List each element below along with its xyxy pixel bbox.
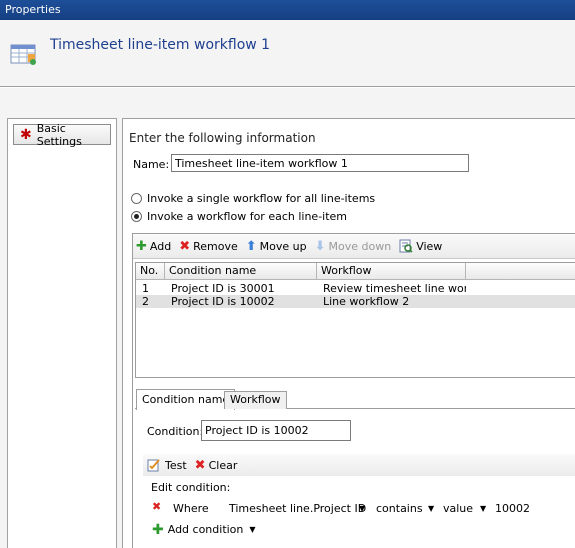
- move-up-button[interactable]: ⬆ Move up: [246, 240, 307, 253]
- page-title: Timesheet line-item workflow 1: [50, 37, 271, 53]
- clear-label: Clear: [208, 458, 238, 472]
- remove-button[interactable]: ✖ Remove: [179, 240, 238, 253]
- move-up-label: Move up: [259, 239, 307, 253]
- window-title-bar: Properties: [0, 0, 575, 20]
- add-condition-icon: ✚: [152, 521, 164, 538]
- radio-single-label: Invoke a single workflow for all line-it…: [147, 192, 376, 205]
- condition-input[interactable]: [201, 420, 351, 441]
- field-dropdown-icon[interactable]: ▼: [359, 501, 365, 517]
- header-divider-highlight: [0, 87, 575, 88]
- add-button[interactable]: ✚ Add: [136, 240, 171, 253]
- nav-item-basic-settings[interactable]: ✱ Basic Settings: [13, 121, 111, 148]
- required-star-icon: ✱: [20, 126, 32, 143]
- add-condition-dropdown-icon[interactable]: ▼: [249, 525, 255, 534]
- table-row[interactable]: 1 Project ID is 30001 Review timesheet l…: [136, 282, 575, 295]
- tab-condition-name[interactable]: Condition name: [136, 389, 236, 410]
- row-condition: Project ID is 10002: [171, 295, 275, 308]
- condition-workflow-table: No. Condition name Workflow 1 Project ID…: [135, 262, 575, 378]
- delete-clause-icon[interactable]: ✖: [152, 501, 161, 513]
- add-condition-label: Add condition: [167, 523, 244, 536]
- operand-value[interactable]: 10002: [495, 501, 530, 517]
- radio-each-workflow[interactable]: Invoke a workflow for each line-item: [131, 210, 347, 223]
- table-row[interactable]: 2 Project ID is 10002 Line workflow 2: [136, 295, 575, 308]
- view-button[interactable]: View: [399, 239, 442, 253]
- add-condition-button[interactable]: ✚ Add condition ▼: [152, 521, 256, 538]
- remove-label: Remove: [193, 239, 238, 253]
- operator-selector[interactable]: contains: [376, 501, 423, 517]
- radio-single-workflow[interactable]: Invoke a single workflow for all line-it…: [131, 192, 375, 205]
- clear-icon: ✖: [194, 457, 206, 473]
- nav-item-label: Basic Settings: [36, 121, 82, 148]
- settings-nav: ✱ Basic Settings: [7, 118, 117, 548]
- condition-toolbar: Test ✖ Clear: [143, 454, 575, 476]
- settings-content: Enter the following information Name: In…: [122, 118, 575, 548]
- condition-clause-row: ✖ Where Timesheet line.Project ID ▼ cont…: [152, 501, 572, 517]
- move-down-label: Move down: [328, 239, 392, 253]
- column-header-no[interactable]: No.: [136, 263, 165, 280]
- add-icon: ✚: [136, 238, 147, 254]
- row-number: 1: [142, 282, 149, 295]
- name-input[interactable]: [171, 154, 469, 172]
- view-label: View: [416, 239, 443, 253]
- workflow-toolbar: ✚ Add ✖ Remove ⬆ Move up ⬇ Move down Vie…: [133, 234, 575, 259]
- page-header: Timesheet line-item workflow 1: [0, 20, 575, 87]
- timesheet-grid-icon: [10, 44, 36, 65]
- test-icon: [147, 459, 160, 472]
- tab-workflow[interactable]: Workflow: [224, 391, 287, 409]
- add-label: Add: [149, 239, 172, 253]
- move-down-button[interactable]: ⬇ Move down: [315, 240, 392, 253]
- operator-dropdown-icon[interactable]: ▼: [428, 501, 434, 517]
- edit-condition-label: Edit condition:: [151, 481, 231, 494]
- detail-tabs: Condition name Workflow: [135, 389, 575, 410]
- radio-each-label: Invoke a workflow for each line-item: [147, 210, 348, 223]
- row-workflow: Review timesheet line workfl: [323, 282, 466, 295]
- remove-icon: ✖: [179, 238, 191, 254]
- row-workflow: Line workflow 2: [323, 295, 410, 308]
- clear-button[interactable]: ✖ Clear: [195, 459, 238, 472]
- radio-each-button[interactable]: [131, 211, 142, 222]
- view-icon: [399, 239, 413, 253]
- row-number: 2: [142, 295, 149, 308]
- table-header: No. Condition name Workflow: [136, 263, 575, 280]
- intro-text: Enter the following information: [129, 131, 316, 145]
- line-item-workflow-panel: ✚ Add ✖ Remove ⬆ Move up ⬇ Move down Vie…: [132, 233, 575, 548]
- row-condition: Project ID is 30001: [171, 282, 275, 295]
- field-selector[interactable]: Timesheet line.Project ID: [229, 501, 366, 517]
- column-header-condition[interactable]: Condition name: [165, 263, 317, 280]
- where-keyword: Where: [173, 502, 209, 515]
- window-title: Properties: [5, 3, 61, 16]
- arrow-down-icon: ⬇: [314, 238, 326, 254]
- radio-single-button[interactable]: [131, 193, 142, 204]
- value-type-dropdown-icon[interactable]: ▼: [480, 501, 486, 517]
- test-label: Test: [165, 458, 187, 472]
- name-label: Name:: [133, 158, 170, 171]
- test-button[interactable]: Test: [147, 458, 187, 472]
- condition-label: Condition:: [147, 425, 204, 438]
- arrow-up-icon: ⬆: [245, 238, 257, 254]
- column-header-workflow[interactable]: Workflow: [317, 263, 466, 280]
- value-type-selector[interactable]: value: [443, 501, 473, 517]
